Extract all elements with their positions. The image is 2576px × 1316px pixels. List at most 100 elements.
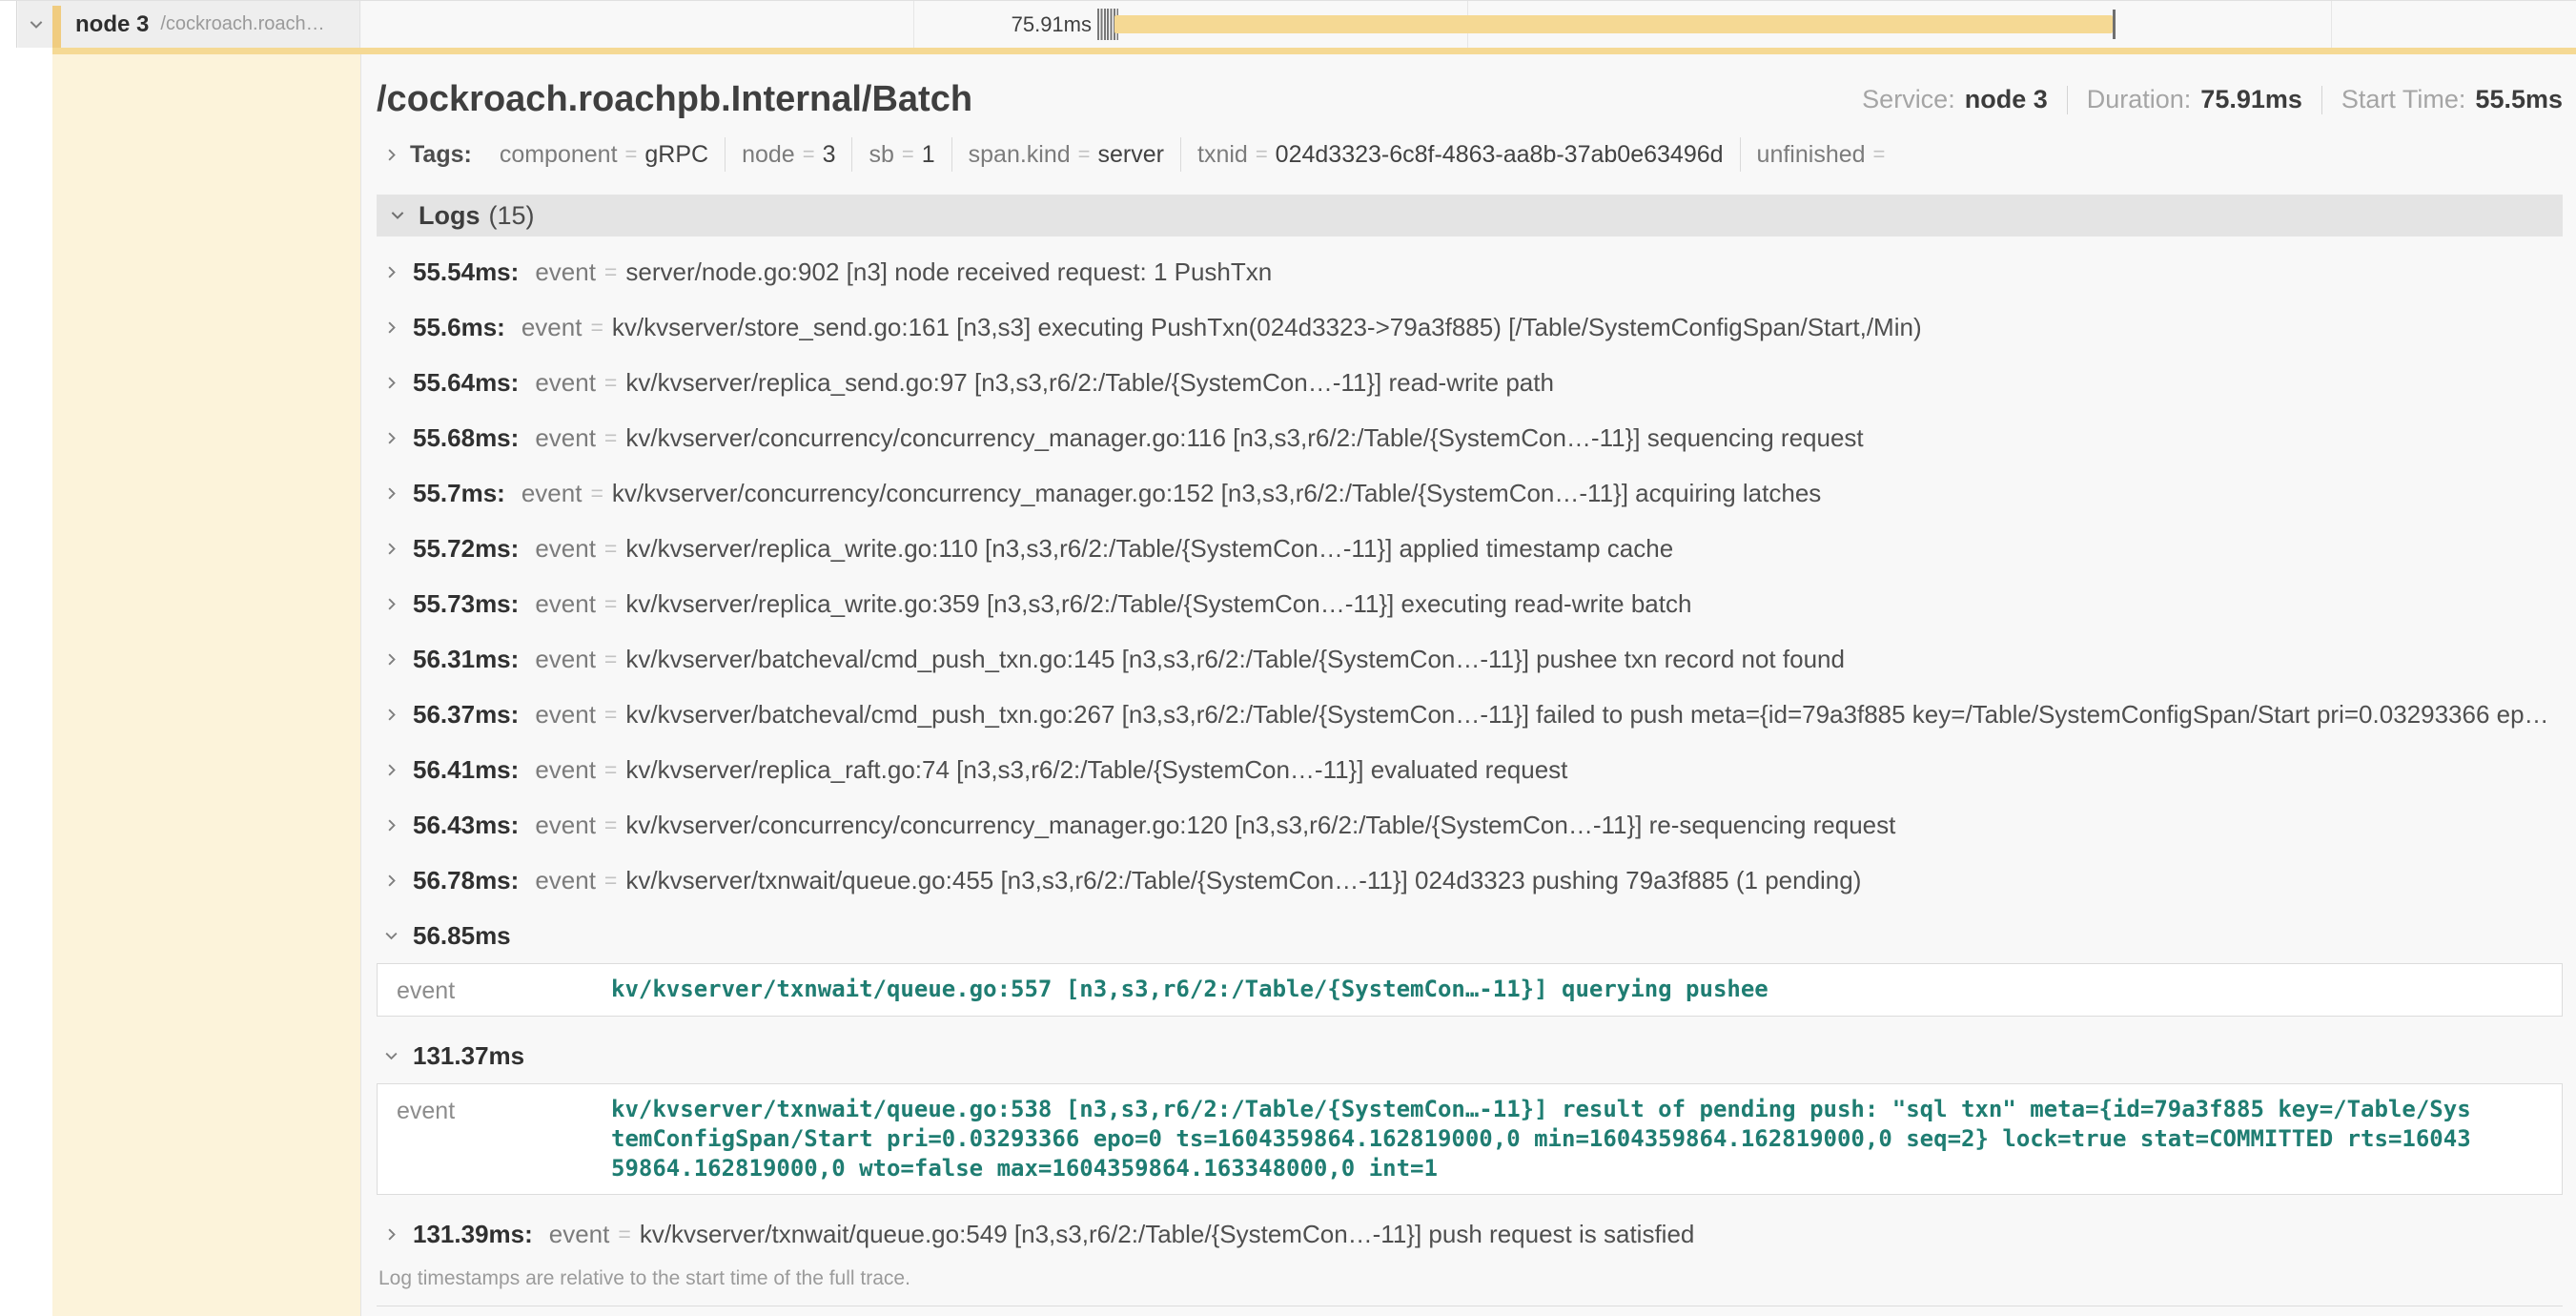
log-row[interactable]: 56.43ms:event=kv/kvserver/concurrency/co… bbox=[377, 797, 2563, 853]
timeline-gridline bbox=[2331, 1, 2332, 48]
log-timestamp: 55.54ms: bbox=[413, 257, 519, 287]
log-timestamp: 56.85ms bbox=[413, 921, 511, 951]
left-gutter bbox=[0, 1, 17, 48]
log-message: kv/kvserver/concurrency/concurrency_mana… bbox=[612, 479, 1821, 508]
chevron-right-icon bbox=[382, 872, 400, 890]
logs-footer-note: Log timestamps are relative to the start… bbox=[378, 1267, 2563, 1290]
span-operation-name: /cockroach.roach… bbox=[160, 13, 324, 35]
tag-value: 3 bbox=[823, 141, 836, 169]
log-timestamp: 55.72ms: bbox=[413, 534, 519, 564]
chevron-right-icon bbox=[382, 595, 400, 613]
chevron-down-icon[interactable] bbox=[388, 206, 407, 225]
tag-key: component bbox=[500, 141, 618, 169]
equals-sign: = bbox=[604, 812, 617, 838]
log-message: kv/kvserver/txnwait/queue.go:549 [n3,s3,… bbox=[640, 1220, 1695, 1249]
tag-item: span.kind=server bbox=[952, 137, 1181, 172]
log-row[interactable]: 55.68ms:event=kv/kvserver/concurrency/co… bbox=[377, 410, 2563, 465]
log-timestamp: 55.73ms: bbox=[413, 589, 519, 619]
start-time-value: 55.5ms bbox=[2475, 85, 2563, 114]
chevron-right-icon bbox=[382, 816, 400, 834]
equals-sign: = bbox=[604, 702, 617, 728]
tags-row[interactable]: Tags: component=gRPCnode=3sb=1span.kind=… bbox=[377, 137, 2563, 172]
log-timestamp: 56.43ms: bbox=[413, 811, 519, 840]
log-row[interactable]: 55.54ms: event = server/node.go:902 [n3] no… bbox=[377, 244, 2563, 299]
log-field-key: event bbox=[549, 1220, 610, 1249]
equals-sign: = bbox=[590, 481, 603, 506]
log-field-key: event bbox=[535, 257, 596, 287]
equals-sign: = bbox=[604, 259, 617, 285]
log-row[interactable]: 56.78ms:event=kv/kvserver/txnwait/queue.… bbox=[377, 853, 2563, 908]
chevron-right-icon bbox=[382, 540, 400, 558]
log-row[interactable]: 131.39ms:event=kv/kvserver/txnwait/queue… bbox=[377, 1206, 2563, 1262]
log-row[interactable]: 55.72ms:event=kv/kvserver/replica_write.… bbox=[377, 521, 2563, 576]
span-end-marker bbox=[2113, 10, 2116, 39]
equals-sign: = bbox=[604, 757, 617, 783]
tag-value: 024d3323-6c8f-4863-aa8b-37ab0e63496d bbox=[1276, 141, 1724, 169]
logs-section: Logs (15) 55.54ms:event=server/node.go:9… bbox=[377, 195, 2563, 1306]
service-value: node 3 bbox=[1965, 85, 2048, 114]
log-row[interactable]: 55.73ms:event=kv/kvserver/replica_write.… bbox=[377, 576, 2563, 631]
log-message: kv/kvserver/replica_raft.go:74 [n3,s3,r6… bbox=[625, 755, 1567, 785]
equals-sign: = bbox=[1078, 142, 1091, 167]
equals-sign: = bbox=[902, 142, 914, 167]
log-row[interactable]: 55.6ms:event=kv/kvserver/store_send.go:1… bbox=[377, 299, 2563, 355]
span-duration-bar[interactable] bbox=[1114, 15, 2113, 33]
log-message: kv/kvserver/batcheval/cmd_push_txn.go:14… bbox=[625, 645, 1845, 674]
chevron-right-icon bbox=[382, 761, 400, 779]
chevron-down-icon[interactable] bbox=[27, 15, 46, 34]
log-row[interactable]: 55.64ms:event=kv/kvserver/replica_send.g… bbox=[377, 355, 2563, 410]
log-field-key: event bbox=[535, 755, 596, 785]
log-event-value: kv/kvserver/txnwait/queue.go:557 [n3,s3,… bbox=[611, 975, 1768, 1005]
trace-span-row[interactable]: node 3 /cockroach.roach… 75.91ms bbox=[0, 0, 2576, 48]
tag-key: sb bbox=[869, 141, 893, 169]
log-row-expanded-header[interactable]: 131.37ms bbox=[377, 1028, 2563, 1083]
log-message: kv/kvserver/replica_write.go:359 [n3,s3,… bbox=[625, 589, 1691, 619]
chevron-right-icon bbox=[382, 706, 400, 724]
log-row[interactable]: 56.31ms:event=kv/kvserver/batcheval/cmd_… bbox=[377, 631, 2563, 687]
log-timestamp: 56.37ms: bbox=[413, 700, 519, 730]
log-field-key: event bbox=[535, 811, 596, 840]
log-timestamp: 131.39ms: bbox=[413, 1220, 533, 1249]
span-title: /cockroach.roachpb.Internal/Batch bbox=[377, 79, 972, 120]
equals-sign: = bbox=[604, 536, 617, 562]
chevron-right-icon bbox=[382, 263, 400, 281]
tag-item: node=3 bbox=[726, 137, 852, 172]
span-timeline[interactable]: 75.91ms bbox=[361, 1, 2576, 48]
chevron-right-icon bbox=[382, 484, 400, 503]
log-row[interactable]: 55.7ms:event=kv/kvserver/concurrency/con… bbox=[377, 465, 2563, 521]
log-timestamp: 55.64ms: bbox=[413, 368, 519, 398]
span-name-cell[interactable]: node 3 /cockroach.roach… bbox=[18, 1, 360, 48]
main-area: /cockroach.roachpb.Internal/Batch Servic… bbox=[0, 54, 2576, 1316]
logs-count: (15) bbox=[489, 201, 535, 231]
log-field-key: event bbox=[521, 313, 583, 342]
log-row[interactable]: 56.41ms: event = kv/kvserver/replica_raft.g… bbox=[377, 742, 2563, 797]
tag-item: sb=1 bbox=[852, 137, 951, 172]
log-message: kv/kvserver/batcheval/cmd_push_txn.go:26… bbox=[625, 700, 2548, 730]
span-indent-column bbox=[52, 54, 360, 1316]
log-timestamp: 56.41ms: bbox=[413, 755, 519, 785]
chevron-right-icon[interactable] bbox=[382, 146, 400, 164]
log-timestamp: 55.68ms: bbox=[413, 423, 519, 453]
log-field-key: event bbox=[535, 866, 596, 895]
log-row-expanded-header[interactable]: 56.85ms bbox=[377, 908, 2563, 963]
meta-divider bbox=[2067, 86, 2068, 114]
span-duration-label: 75.91ms bbox=[901, 1, 1092, 49]
service-label: Service: bbox=[1862, 85, 1955, 114]
logs-header[interactable]: Logs (15) bbox=[377, 195, 2563, 236]
log-message: kv/kvserver/store_send.go:161 [n3,s3] ex… bbox=[612, 313, 1922, 342]
log-field-key: event bbox=[535, 534, 596, 564]
selected-span-accent-divider bbox=[0, 48, 2576, 54]
equals-sign: = bbox=[604, 868, 617, 894]
left-gutter-column bbox=[0, 54, 52, 1316]
start-time-label: Start Time: bbox=[2341, 85, 2466, 114]
log-field-key: event bbox=[535, 368, 596, 398]
log-row[interactable]: 56.37ms:event=kv/kvserver/batcheval/cmd_… bbox=[377, 687, 2563, 742]
chevron-down-icon bbox=[382, 927, 400, 945]
log-message: server/node.go:902 [n3] node received re… bbox=[625, 257, 1272, 287]
chevron-right-icon bbox=[382, 374, 400, 392]
span-service-name: node 3 bbox=[75, 11, 149, 38]
log-timestamp: 55.7ms: bbox=[413, 479, 505, 508]
tags-list: component=gRPCnode=3sb=1span.kind=server… bbox=[483, 137, 1910, 172]
equals-sign: = bbox=[590, 315, 603, 340]
log-field-key: event bbox=[535, 423, 596, 453]
